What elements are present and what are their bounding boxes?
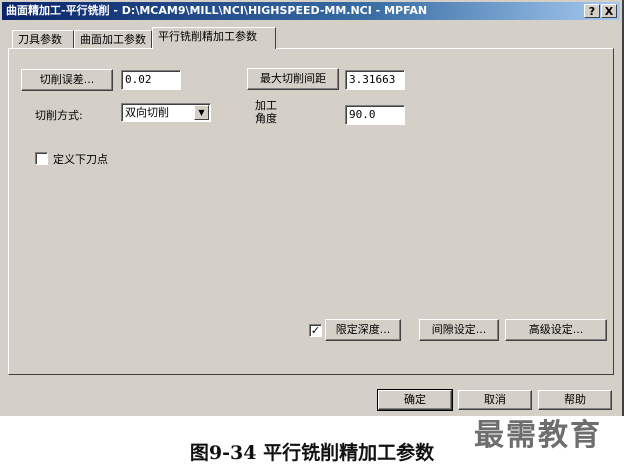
title-bar: 曲面精加工-平行铣削 - D:\MCAM9\MILL\NCI\HIGHSPEED…: [2, 2, 620, 20]
help-button[interactable]: 帮助: [538, 390, 612, 410]
define-plunge-checkbox[interactable]: [35, 152, 48, 165]
gap-settings-button[interactable]: 间隙设定...: [419, 319, 499, 341]
dialog-window: 曲面精加工-平行铣削 - D:\MCAM9\MILL\NCI\HIGHSPEED…: [0, 0, 624, 416]
max-stepover-input[interactable]: 3.31663: [345, 70, 405, 90]
watermark-text: 最需教育: [474, 418, 602, 453]
tab-surface-params[interactable]: 曲面加工参数: [74, 30, 152, 50]
limit-depth-button[interactable]: 限定深度...: [325, 319, 401, 341]
cut-method-select[interactable]: 双向切削 ▼: [121, 103, 211, 122]
window-title: 曲面精加工-平行铣削 - D:\MCAM9\MILL\NCI\HIGHSPEED…: [6, 4, 428, 17]
angle-input[interactable]: 90.0: [345, 105, 405, 125]
cancel-button[interactable]: 取消: [458, 390, 532, 410]
tolerance-button[interactable]: 切削误差...: [21, 69, 113, 91]
max-stepover-button[interactable]: 最大切削间距: [247, 68, 339, 90]
help-title-button[interactable]: ?: [584, 4, 600, 18]
cut-method-value: 双向切削: [125, 106, 169, 119]
tolerance-input[interactable]: 0.02: [121, 70, 181, 90]
cut-method-label: 切削方式:: [35, 109, 83, 122]
close-title-button[interactable]: X: [601, 4, 617, 18]
limit-depth-checkbox[interactable]: ✓: [309, 324, 322, 337]
advanced-settings-button[interactable]: 高级设定...: [505, 319, 607, 341]
ok-button[interactable]: 确定: [377, 389, 453, 411]
tab-parallel-finish-params[interactable]: 平行铣削精加工参数: [152, 27, 276, 49]
angle-label: 加工 角度: [255, 99, 277, 125]
define-plunge-label: 定义下刀点: [53, 153, 108, 166]
dropdown-arrow-icon[interactable]: ▼: [194, 105, 209, 120]
tab-tool-params[interactable]: 刀具参数: [12, 30, 74, 50]
tab-panel: 切削误差... 0.02 最大切削间距 3.31663 切削方式: 双向切削 ▼…: [8, 48, 614, 375]
